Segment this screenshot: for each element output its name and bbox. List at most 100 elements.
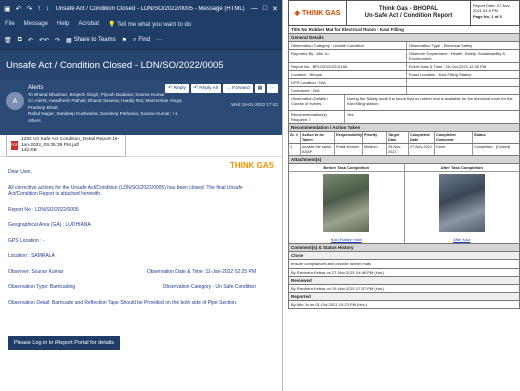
general-cell-left: Location : Bhopal — [289, 71, 407, 78]
teams-share-icon[interactable]: ▦ — [254, 84, 266, 93]
observation-type-row: Observation Type: Barricading Observatio… — [8, 284, 274, 291]
observer-row: Observer: Sourav Kumar Observation Date … — [8, 269, 274, 276]
minimize-icon[interactable]: — — [251, 5, 258, 12]
find-button[interactable]: ⌕ Find — [133, 37, 150, 44]
recommendation-heading: Recommendation / Action Taken — [288, 124, 520, 132]
col-completed-date: Completed Date — [409, 132, 435, 144]
cell-responsibility: Pratik Kedam — [335, 144, 363, 156]
window-title: Unsafe Act / Condition Closed - LDN/SO/2… — [55, 5, 245, 12]
tab-help[interactable]: Help — [57, 21, 69, 27]
observation-details-row: Observation Details / Course of events :… — [288, 95, 520, 111]
message-header: A Alerts To Bharat Bhushan; Brajesh Sing… — [0, 80, 282, 135]
col-status: Status — [474, 133, 486, 137]
general-details: Observation Category : Unsafe Condition O… — [288, 42, 520, 95]
cell-completed-date: 27-Nov-2021 — [409, 144, 435, 156]
pdf-icon: PDF — [11, 141, 18, 150]
delete-icon[interactable]: 🗑 — [4, 37, 12, 44]
report-header: ◈ THINK GAS Think Gas - BHOPAL Un-Safe Ac… — [288, 0, 520, 26]
pdf-report-preview: ◈ THINK GAS Think Gas - BHOPAL Un-Safe Ac… — [288, 0, 520, 391]
before-image-cell: Before Task Completion Kavi Rubber matt — [289, 164, 405, 244]
up-arrow-icon[interactable]: ↑ — [37, 5, 41, 12]
general-cell-left: GPS Location : N/A — [289, 79, 407, 86]
tab-file[interactable]: File — [5, 21, 15, 27]
recommendation-required-row: Recommendation(s) Required ? Yes — [288, 111, 520, 124]
attachment-images: Before Task Completion Kavi Rubber matt … — [288, 164, 520, 245]
maximize-icon[interactable]: □ — [263, 5, 267, 12]
attachment-name: 1282 Un Safe Act Condition_Detail Report… — [21, 137, 120, 148]
col-action: Action to be Taken — [301, 132, 335, 144]
down-arrow-icon[interactable]: ↓ — [46, 5, 50, 12]
after-link[interactable]: After Kavi — [405, 237, 520, 242]
ribbon-tabs: File Message Help Acrobat 💡 Tell me what… — [0, 17, 282, 31]
col-target: Target Date — [387, 132, 409, 144]
general-cell-left: Observation Category : Unsafe Condition — [289, 42, 407, 49]
tell-me-search[interactable]: 💡 Tell me what you want to do — [108, 21, 191, 28]
cell-target: 25-Nov-2021 — [387, 144, 409, 156]
report-meta: Report Date: 27-Nov-2021 04:4 PM Page No… — [471, 1, 519, 25]
more-actions-icon[interactable]: ··· — [267, 84, 278, 93]
sender-avatar[interactable]: A — [6, 92, 24, 110]
rec-table-row: 1 provide the same ASAP Pratik Kedam Med… — [288, 144, 520, 157]
report-subtitle: Un-Safe Act / Condition Report — [364, 13, 453, 19]
observation-category: Observation Category : Un Safe Condition — [162, 284, 256, 290]
share-to-teams-button[interactable]: ▦ Share to Teams — [66, 37, 116, 44]
close-heading: Close — [288, 252, 520, 261]
tab-message[interactable]: Message — [24, 21, 48, 27]
general-cell-right: Observation Type : Electrical Safety — [409, 43, 473, 48]
cc-line-1[interactable]: Cc Alerts; Awadhesh Pathak; Bharat Saxen… — [28, 98, 188, 111]
before-photo — [323, 174, 370, 233]
reported-heading: Reported — [288, 292, 520, 301]
after-caption: After Task Completion — [404, 164, 519, 173]
save-icon[interactable]: ▣ — [4, 5, 11, 13]
recipients: Alerts To Bharat Bhushan; Brajesh Singh;… — [28, 85, 188, 125]
forward-icon[interactable]: ↷ — [55, 37, 60, 44]
general-row: Location : Bhopal Exact Location : Kavi F… — [288, 71, 520, 79]
report-title: Think Gas - BHOPAL — [378, 5, 439, 12]
general-cell-right: Observer Department : Health, Safety, Su… — [409, 51, 506, 61]
general-row: GPS Location : N/A — [288, 79, 520, 87]
forward-button[interactable]: → Forward — [222, 84, 253, 93]
general-row: Report No : BPL/SO/2021/0156 Event Date &… — [288, 63, 520, 71]
tags-icon[interactable]: ⚑ — [122, 37, 127, 44]
col-sr: Sr. # — [289, 132, 301, 144]
observation-detail: Observation Detail: Barricade and Reflec… — [8, 299, 238, 306]
cc-line-2[interactable]: Rahul Nagar; Sandeep Kushwaha; Sandeep P… — [28, 111, 188, 124]
general-cell-left: Report No : BPL/SO/2021/0156 — [289, 63, 407, 70]
rec-label: Recommendation(s) Required ? — [289, 111, 345, 123]
undo-icon[interactable]: ↶ — [16, 5, 22, 13]
intro-text: All corrective actions for the Unsafe Ac… — [8, 184, 243, 198]
archive-icon[interactable]: ⧉ — [18, 37, 22, 44]
pdf-attachment[interactable]: PDF 1282 Un Safe Act Condition_Detail Re… — [6, 134, 126, 157]
reply-button[interactable]: ↶ Reply — [165, 84, 189, 93]
details-label: Observation Details / Course of events : — [289, 95, 345, 110]
sender-name[interactable]: Alerts — [28, 85, 188, 92]
report-date: Report Date: 27-Nov-2021 04:4 PM — [473, 3, 512, 14]
report-no: Report No : LDN/SO/2022/0005 — [8, 206, 79, 213]
redo-icon[interactable]: ↷ — [27, 5, 33, 13]
ribbon-toolbar: 🗑 ⧉ ↶ ↶↶ ↷ ▦ Share to Teams ⚑ ⌕ Find ··· — [0, 31, 282, 50]
to-line[interactable]: To Bharat Bhushan; Brajesh Singh; Piyush… — [28, 92, 188, 99]
portal-login-button[interactable]: Please Log in to iReport Portal for deta… — [8, 336, 120, 350]
reply-all-button[interactable]: ↶ Reply All — [190, 84, 221, 93]
general-cell-left: Reported By : Afin Jo — [289, 50, 407, 62]
before-link[interactable]: Kavi Rubber matt — [289, 237, 404, 242]
reply-icon[interactable]: ↶ — [28, 37, 33, 44]
message-subject: Unsafe Act / Condition Closed - LDN/SO/2… — [0, 50, 282, 80]
cell-action: provide the same ASAP — [301, 144, 335, 156]
reply-all-icon[interactable]: ↶↶ — [39, 37, 49, 44]
tab-acrobat[interactable]: Acrobat — [78, 21, 99, 27]
more-icon[interactable]: ··· — [156, 37, 162, 43]
general-row: Contractor : N/A — [288, 87, 520, 95]
general-cell-right: Event Date & Time : 25-Oct-2021 12:30 PM — [409, 64, 487, 69]
cell-completed-comment: Done — [435, 144, 473, 156]
rec-value: Yes — [347, 112, 354, 117]
outlook-message-window: ▣ ↶ ↷ ↑ ↓ Unsafe Act / Condition Closed … — [0, 0, 283, 391]
reported-by: By Afin Jo on 01-Oct-2021 10:23 PM (Hrs.… — [288, 300, 520, 310]
close-icon[interactable]: ✕ — [272, 5, 278, 13]
think-gas-report-logo: ◈ THINK GAS — [289, 1, 347, 25]
observation-datetime: Observation Date & Time: 11-Jan-2022 02:… — [146, 268, 256, 275]
sent-date: Wed 19-01-2022 17:42 — [231, 102, 278, 107]
teams-icon: ▦ — [66, 37, 72, 44]
search-icon: ⌕ — [133, 36, 137, 43]
before-caption: Before Task Completion — [289, 164, 404, 173]
